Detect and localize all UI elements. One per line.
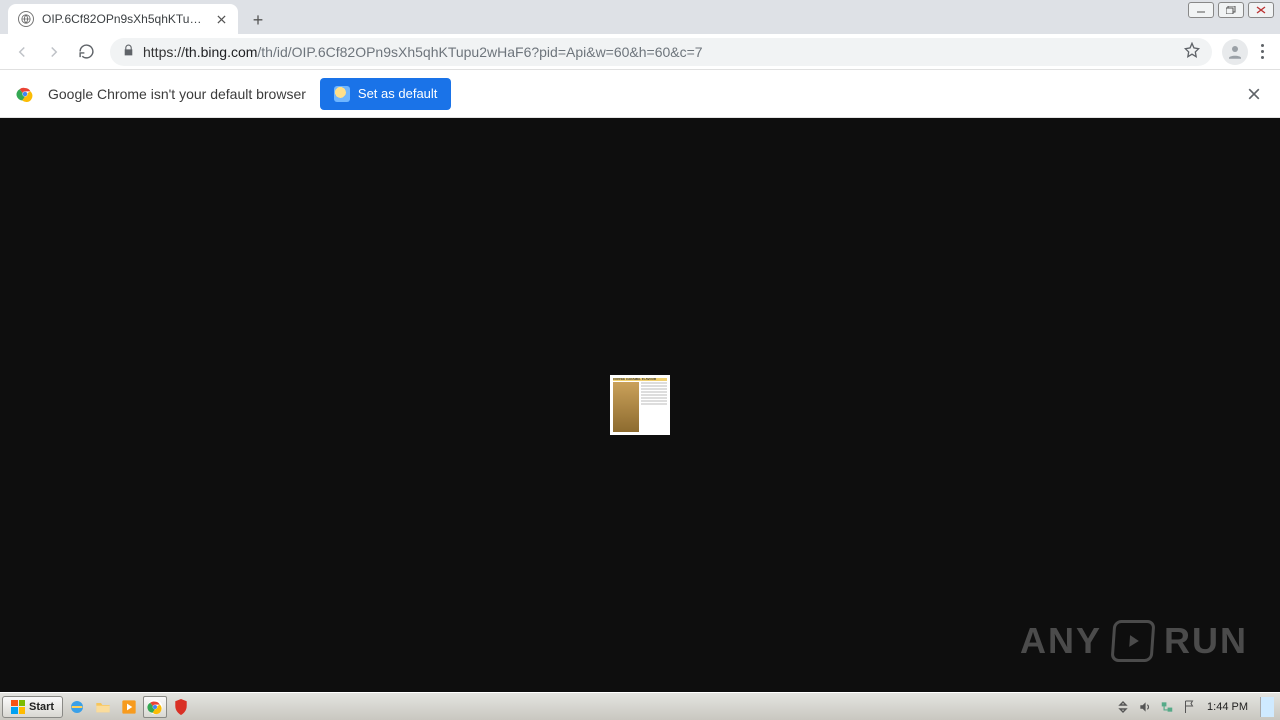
tray-expand-icon[interactable] bbox=[1115, 699, 1131, 715]
taskbar-shield-icon[interactable] bbox=[169, 696, 193, 718]
taskbar-chrome-icon[interactable] bbox=[143, 696, 167, 718]
maximize-button[interactable] bbox=[1218, 2, 1244, 18]
close-infobar-icon[interactable] bbox=[1244, 84, 1264, 104]
tab-title: OIP.6Cf82OPn9sXh5qhKTupu2wHaF... bbox=[42, 12, 206, 26]
window-controls bbox=[1188, 2, 1274, 18]
watermark-left: ANY bbox=[1020, 620, 1102, 662]
chrome-icon bbox=[16, 85, 34, 103]
play-icon bbox=[1111, 620, 1156, 662]
url-host: th.bing.com bbox=[185, 44, 257, 60]
url-path: /th/id/OIP.6Cf82OPn9sXh5qhKTupu2wHaF6?pi… bbox=[257, 44, 702, 60]
browser-tab[interactable]: OIP.6Cf82OPn9sXh5qhKTupu2wHaF... bbox=[8, 4, 238, 34]
watermark-right: RUN bbox=[1164, 620, 1248, 662]
anyrun-watermark: ANY RUN bbox=[1020, 620, 1248, 662]
windows-taskbar: Start 1:44 PM bbox=[0, 692, 1280, 720]
close-tab-icon[interactable] bbox=[214, 12, 228, 26]
chrome-menu-button[interactable] bbox=[1252, 44, 1272, 59]
taskbar-explorer-icon[interactable] bbox=[91, 696, 115, 718]
taskbar-media-icon[interactable] bbox=[117, 696, 141, 718]
close-window-button[interactable] bbox=[1248, 2, 1274, 18]
url-text: https://th.bing.com/th/id/OIP.6Cf82OPn9s… bbox=[143, 44, 703, 60]
shield-icon bbox=[334, 86, 350, 102]
tab-strip: OIP.6Cf82OPn9sXh5qhKTupu2wHaF... + bbox=[0, 0, 1280, 34]
taskbar-ie-icon[interactable] bbox=[65, 696, 89, 718]
minimize-button[interactable] bbox=[1188, 2, 1214, 18]
profile-avatar[interactable] bbox=[1222, 39, 1248, 65]
taskbar-clock[interactable]: 1:44 PM bbox=[1203, 701, 1252, 713]
back-button[interactable] bbox=[8, 38, 36, 66]
default-browser-infobar: Google Chrome isn't your default browser… bbox=[0, 70, 1280, 118]
loaded-image-thumbnail: COFFEE CARAMEL FLAVOUR bbox=[610, 375, 670, 435]
reload-button[interactable] bbox=[72, 38, 100, 66]
forward-button[interactable] bbox=[40, 38, 68, 66]
tray-volume-icon[interactable] bbox=[1137, 699, 1153, 715]
set-default-button[interactable]: Set as default bbox=[320, 78, 452, 110]
address-bar[interactable]: https://th.bing.com/th/id/OIP.6Cf82OPn9s… bbox=[110, 38, 1212, 66]
start-label: Start bbox=[29, 701, 54, 713]
new-tab-button[interactable]: + bbox=[244, 6, 272, 34]
system-tray: 1:44 PM bbox=[1115, 697, 1278, 717]
tray-network-icon[interactable] bbox=[1159, 699, 1175, 715]
set-default-label: Set as default bbox=[358, 86, 438, 101]
show-desktop-button[interactable] bbox=[1260, 697, 1274, 717]
bookmark-star-icon[interactable] bbox=[1184, 42, 1200, 61]
tray-flag-icon[interactable] bbox=[1181, 699, 1197, 715]
lock-icon bbox=[122, 44, 135, 60]
globe-icon bbox=[18, 11, 34, 27]
windows-logo-icon bbox=[11, 700, 25, 714]
start-button[interactable]: Start bbox=[2, 696, 63, 718]
infobar-message: Google Chrome isn't your default browser bbox=[48, 86, 306, 102]
browser-toolbar: https://th.bing.com/th/id/OIP.6Cf82OPn9s… bbox=[0, 34, 1280, 70]
page-content: COFFEE CARAMEL FLAVOUR ANY RUN bbox=[0, 118, 1280, 692]
